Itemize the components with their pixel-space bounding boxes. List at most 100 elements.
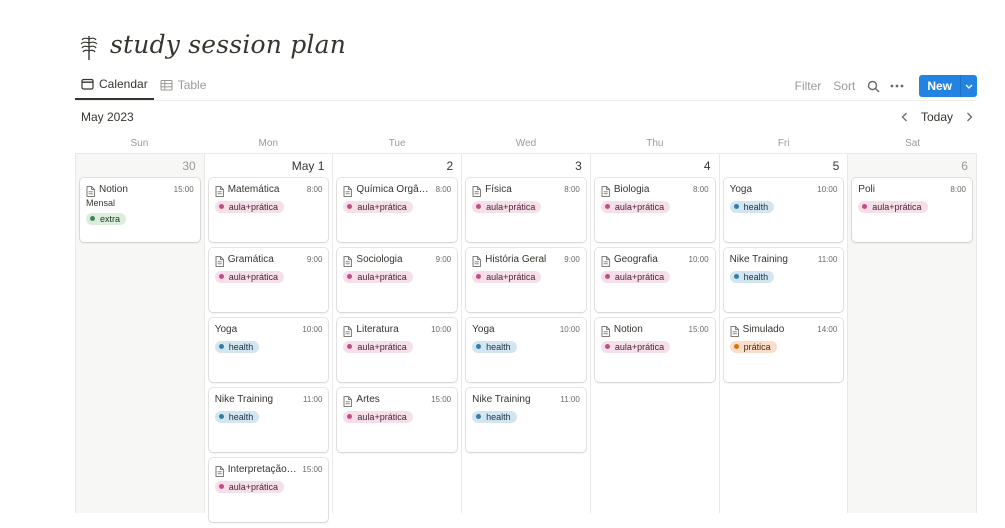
event-tag-label: extra [100,213,121,224]
event-card[interactable]: Yoga 10:00 health [723,178,844,242]
event-card[interactable]: Nike Training 11:00 health [723,248,844,312]
event-time: 8:00 [692,184,709,194]
event-card[interactable]: História Geral 9:00 aula+prática [466,248,586,312]
event-tag: aula+prática [343,410,413,423]
weekday-label: Sun [130,138,149,149]
event-header: Literatura 10:00 [343,322,451,337]
event-tag: health [214,340,260,353]
day-number: 4 [703,159,711,173]
page-title[interactable]: study session plan [110,30,346,59]
day-number: May 1 [291,159,325,173]
tag-dot-icon [733,204,739,209]
event-card[interactable]: Interpretação + ...15:00 aula+prática [208,458,329,522]
calendar-day-cell[interactable]: 3 Física 8:00 aula+prática História Geral 9:0… [462,154,591,513]
event-time: 11:00 [817,254,838,264]
event-time: 15:00 [688,324,709,334]
tag-dot-icon [476,274,482,279]
event-card[interactable]: Artes 15:00 aula+prática [337,388,458,452]
event-card[interactable]: Literatura 10:00 aula+prática [337,318,458,382]
event-card[interactable]: Física 8:00 aula+prática [466,178,586,242]
page-icon [601,254,610,267]
weekday-label: Thu [646,138,664,149]
event-tag-label: aula+prática [357,201,407,212]
event-tag-label: aula+prática [228,201,278,212]
event-card[interactable]: Geografia 10:00 aula+prática [594,248,715,312]
event-title: Sociologia [356,253,403,265]
tag-dot-icon [476,414,482,419]
toolbar: Filter Sort New [789,75,977,97]
event-time: 10:00 [302,324,323,334]
calendar-nav: Today [897,109,977,125]
event-tag-label: aula+prática [357,411,407,422]
event-tag-label: aula+prática [614,271,665,282]
chevron-down-icon[interactable] [960,75,977,97]
event-card[interactable]: Poli 8:00 aula+prática [852,178,972,242]
event-card[interactable]: Yoga 10:00 health [466,318,586,382]
event-tag: aula+prática [472,270,542,283]
sort-button[interactable]: Sort [827,79,861,93]
event-tag: aula+prática [214,480,284,493]
calendar-day-cell[interactable]: 5 Yoga 10:00 health Nike Training 11:00 health… [720,154,849,513]
event-card[interactable]: Química Orgânica 8:00 aula+prática [337,178,458,242]
tab-table[interactable]: Table [154,70,213,100]
calendar-day-cell[interactable]: 30 Notion 15:00 Mensal extra [76,154,205,513]
event-time: 15:00 [173,184,194,194]
event-tag: aula+prática [600,340,671,353]
calendar-grid: 30 Notion 15:00 Mensal extra May 1 Matemática 8… [75,153,977,522]
weekday-label: Sat [905,138,921,149]
event-tag: aula+prática [343,270,413,283]
event-tag: extra [86,212,127,225]
page-icon [601,324,610,337]
page-icon [730,324,739,337]
event-card[interactable]: Gramática 9:00 aula+prática [208,248,329,312]
calendar-day-cell[interactable]: May 1 Matemática 8:00 aula+prática Gramática… [205,154,334,522]
day-number: 6 [961,159,968,173]
event-header: Nike Training 11:00 [730,252,838,266]
today-button[interactable]: Today [919,110,955,124]
event-card[interactable]: Notion 15:00 aula+prática [594,318,715,382]
event-tag-label: health [743,201,769,212]
event-tag-label: aula+prática [357,341,407,352]
month-label: May 2023 [81,110,134,124]
tag-dot-icon [604,274,610,279]
event-card[interactable]: Notion 15:00 Mensal extra [80,178,200,242]
event-card[interactable]: Simulado 14:00 prática [723,318,844,382]
event-card[interactable]: Sociologia 9:00 aula+prática [337,248,458,312]
event-tag: prática [729,340,777,353]
event-tag-label: aula+prática [486,271,536,282]
event-time: 10:00 [817,184,838,194]
calendar-day-cell[interactable]: 6 Poli 8:00 aula+prática [848,154,977,513]
fern-leaf-icon[interactable] [78,32,100,62]
event-tag-label: health [486,341,511,352]
calendar-day-cell[interactable]: 2 Química Orgânica 8:00 aula+prática Sociolo… [333,154,463,513]
event-list: Notion 15:00 Mensal extra [80,178,200,248]
page-icon [215,464,224,477]
filter-button[interactable]: Filter [789,79,828,93]
event-tag: health [214,410,260,423]
page-icon [215,254,224,267]
event-title: Interpretação + ... [227,463,299,475]
new-button[interactable]: New [919,75,960,97]
event-header: Matemática 8:00 [215,182,322,197]
page-icon [343,254,353,267]
chevron-left-icon[interactable] [897,109,913,125]
event-card[interactable]: Biologia 8:00 aula+prática [594,178,715,242]
event-header: Poli 8:00 [858,182,966,196]
event-card[interactable]: Nike Training 11:00 health [208,388,329,452]
event-list: Poli 8:00 aula+prática [852,178,972,248]
event-card[interactable]: Matemática 8:00 aula+prática [208,178,329,242]
event-list: Matemática 8:00 aula+prática Gramática 9:00 a… [208,178,329,528]
event-card[interactable]: Nike Training 11:00 health [466,388,586,452]
event-header: Interpretação + ...15:00 [215,462,322,477]
more-icon[interactable] [885,75,909,97]
tag-dot-icon [347,414,353,419]
event-card[interactable]: Yoga 10:00 health [208,318,329,382]
chevron-right-icon[interactable] [961,109,977,125]
event-time: 11:00 [302,394,323,404]
tab-calendar[interactable]: Calendar [75,70,154,100]
calendar-day-cell[interactable]: 4 Biologia 8:00 aula+prática Geografia 10:00 a… [591,154,720,513]
event-title: Biologia [613,183,650,195]
tag-dot-icon [476,204,482,209]
search-icon[interactable] [861,75,885,97]
tag-dot-icon [218,414,224,419]
